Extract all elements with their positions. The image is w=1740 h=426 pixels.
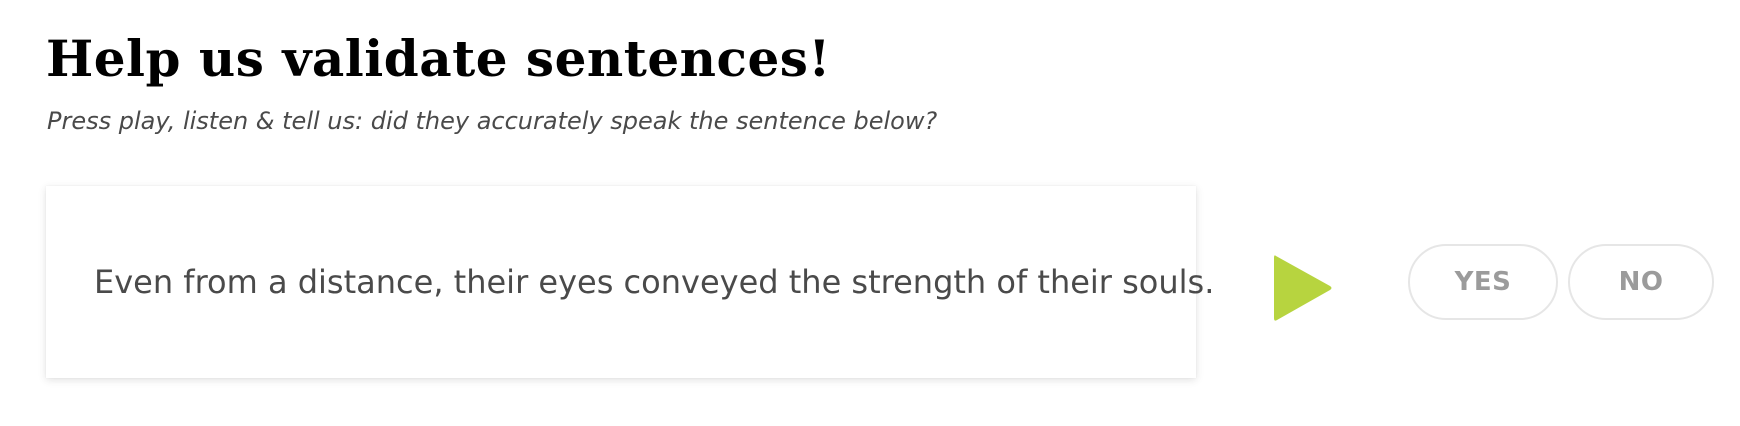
sentence-text: Even from a distance, their eyes conveye… [94, 263, 1215, 301]
page-title: Help us validate sentences! [46, 29, 831, 88]
page-subtitle: Press play, listen & tell us: did they a… [47, 107, 938, 135]
no-button[interactable]: NO [1568, 244, 1714, 320]
play-button[interactable] [1270, 252, 1336, 324]
yes-button[interactable]: YES [1408, 244, 1558, 320]
sentence-card: Even from a distance, their eyes conveye… [46, 186, 1214, 378]
play-icon [1274, 255, 1332, 321]
